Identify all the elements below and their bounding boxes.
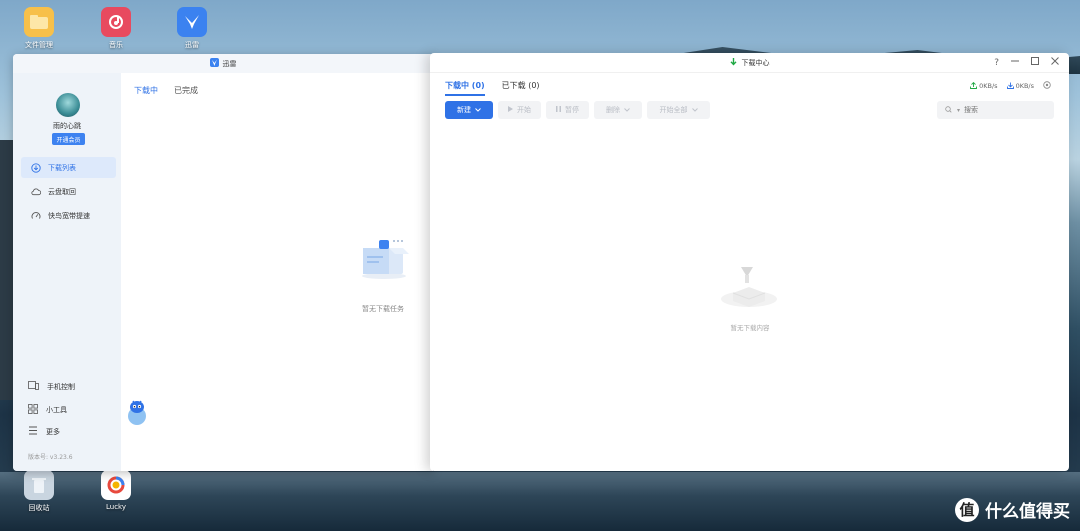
cloud-icon (31, 187, 41, 197)
delete-label: 删除 (606, 106, 620, 114)
speedometer-icon (31, 211, 41, 221)
tab-downloaded-count[interactable]: 已下载 (0) (502, 80, 540, 96)
sidebar-item-speedup[interactable]: 快鸟宽带提速 (21, 205, 116, 226)
sidebar-item-label: 手机控制 (47, 382, 75, 391)
lucky-logo-icon (101, 470, 131, 500)
new-task-button[interactable]: 新建 (445, 101, 493, 119)
minimize-icon[interactable] (1011, 57, 1019, 68)
sidebar-item-download-list[interactable]: 下载列表 (21, 157, 116, 178)
avatar[interactable] (56, 93, 80, 117)
start-label: 开始 (517, 106, 531, 114)
thunder-window-title: 迅雷 (222, 59, 237, 68)
chevron-down-icon (475, 106, 481, 114)
sidebar-item-label: 云盘取回 (48, 187, 76, 196)
speed-indicators: 0KB/s 0KB/s (970, 81, 1051, 91)
delete-button[interactable]: 删除 (594, 101, 642, 119)
empty-download-icon (719, 265, 779, 315)
desktop-icon-music[interactable]: 音乐 (91, 7, 141, 50)
play-icon (508, 106, 513, 114)
sidebar-item-tools[interactable]: 小工具 (28, 404, 67, 416)
music-note-icon (101, 7, 131, 37)
trash-icon (24, 470, 54, 500)
start-button[interactable]: 开始 (498, 101, 541, 119)
download-circle-icon (31, 162, 41, 173)
desktop-icon-recycle-bin[interactable]: 回收站 (14, 470, 64, 513)
sidebar-item-label: 更多 (46, 427, 60, 436)
desktop-icon-label: 迅雷 (185, 41, 199, 49)
desktop-icon-label: Lucky (105, 503, 126, 511)
open-vip-button[interactable]: 开通会员 (52, 133, 85, 145)
desktop-icon-label: 回收站 (28, 504, 50, 512)
thunder-titlebar[interactable]: 迅雷 (13, 54, 433, 73)
upload-speed: 0KB/s (970, 81, 998, 91)
desktop-icon-label: 文件管理 (25, 41, 53, 49)
search-dropdown-icon[interactable]: ▾ (957, 107, 960, 114)
settings-circle-icon[interactable] (1043, 81, 1051, 91)
tab-completed[interactable]: 已完成 (174, 85, 198, 96)
download-center-titlebar[interactable]: 下载中心 ? (430, 53, 1069, 73)
hill-scenery (0, 140, 14, 400)
empty-task-text: 暂无下载任务 (362, 305, 404, 313)
thunder-sidebar: 雨的心跳 开通会员 下载列表 云盘取回 快鸟宽带提速 手机控制 小工具 更多 版… (13, 73, 121, 471)
version-label: 版本号: v3.23.6 (28, 454, 73, 461)
smzdm-watermark: 值 什么值得买 (955, 497, 1070, 522)
download-toolbar: 新建 开始 暂停 删除 开始全部 (445, 101, 710, 119)
sidebar-item-cloud-retrieve[interactable]: 云盘取回 (21, 181, 116, 202)
pause-icon (556, 106, 561, 114)
sidebar-item-more[interactable]: 更多 (28, 426, 60, 437)
search-box[interactable]: ▾ (937, 101, 1054, 119)
thunder-bird-icon (177, 7, 207, 37)
thunder-content-tabs: 下载中 已完成 (134, 85, 198, 96)
download-arrow-icon (729, 57, 737, 68)
search-icon (945, 105, 953, 115)
download-speed-value: 0KB/s (1015, 82, 1034, 90)
close-icon[interactable] (1051, 57, 1059, 68)
window-controls: ? (994, 57, 1059, 68)
username: 雨的心跳 (53, 122, 81, 130)
download-center-title: 下载中心 (741, 58, 770, 67)
desktop-icon-lucky[interactable]: Lucky (91, 470, 141, 511)
folder-icon (24, 7, 54, 37)
chevron-down-icon (691, 106, 698, 114)
grid-icon (28, 404, 38, 416)
desktop-icon-thunder[interactable]: 迅雷 (167, 7, 217, 50)
empty-box-icon (359, 236, 413, 280)
watermark-text: 什么值得买 (985, 502, 1070, 522)
desktop-icon-file-manager[interactable]: 文件管理 (14, 7, 64, 50)
chevron-down-icon (624, 106, 630, 114)
tab-downloading[interactable]: 下载中 (134, 85, 158, 96)
download-speed: 0KB/s (1006, 82, 1034, 91)
sidebar-item-label: 下载列表 (48, 163, 76, 172)
sidebar-item-label: 快鸟宽带提速 (48, 211, 90, 220)
pause-label: 暂停 (565, 106, 579, 114)
download-speed-icon (1006, 82, 1014, 91)
download-center-tabs: 下载中 (0) 已下载 (0) (445, 80, 540, 96)
help-icon[interactable]: ? (994, 58, 999, 68)
lake-scenery (0, 472, 1080, 531)
upload-speed-value: 0KB/s (979, 82, 998, 90)
menu-icon (28, 426, 38, 437)
thunder-logo-icon (209, 58, 219, 69)
smzdm-logo-icon: 值 (955, 497, 979, 522)
sidebar-item-label: 小工具 (46, 406, 67, 414)
thunder-window: 迅雷 雨的心跳 开通会员 下载列表 云盘取回 快鸟宽带提速 手机控制 小工具 更… (13, 54, 433, 471)
start-all-label: 开始全部 (659, 106, 688, 114)
empty-download-text: 暂无下载内容 (730, 324, 770, 332)
maximize-icon[interactable] (1031, 57, 1039, 68)
start-all-button[interactable]: 开始全部 (647, 101, 710, 119)
mascot-bird-icon[interactable] (124, 397, 150, 425)
tab-downloading-count[interactable]: 下载中 (0) (445, 80, 485, 96)
download-center-window: 下载中心 ? 下载中 (0) 已下载 (0) 0KB/s 0KB/s 新建 开始… (430, 53, 1069, 471)
phone-icon (28, 381, 39, 392)
search-input[interactable] (964, 106, 1045, 114)
new-task-label: 新建 (457, 106, 471, 114)
pause-button[interactable]: 暂停 (546, 101, 589, 119)
sidebar-item-phone-control[interactable]: 手机控制 (28, 381, 75, 392)
upload-icon (970, 81, 978, 91)
desktop-icon-label: 音乐 (109, 41, 123, 49)
